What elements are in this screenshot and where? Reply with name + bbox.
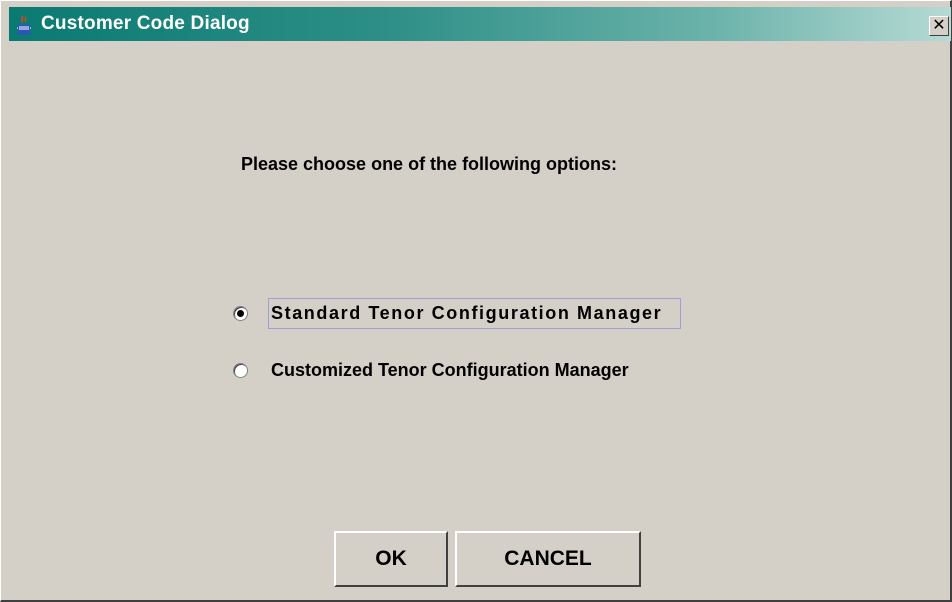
ok-button[interactable]: OK — [334, 531, 448, 587]
close-icon: ✕ — [932, 17, 946, 34]
customer-code-dialog: Customer Code Dialog ✕ Please choose one… — [0, 0, 952, 602]
java-cup-icon — [15, 15, 33, 35]
radio-customized[interactable] — [233, 362, 248, 378]
radio-standard[interactable] — [233, 305, 248, 321]
option-standard[interactable]: Standard Tenor Configuration Manager — [233, 297, 682, 329]
window-title: Customer Code Dialog — [41, 13, 250, 34]
close-button[interactable]: ✕ — [929, 16, 949, 36]
option-customized-label[interactable]: Customized Tenor Configuration Manager — [268, 355, 648, 386]
title-bar[interactable]: Customer Code Dialog ✕ — [9, 7, 951, 41]
option-customized[interactable]: Customized Tenor Configuration Manager — [233, 355, 648, 385]
option-standard-label[interactable]: Standard Tenor Configuration Manager — [268, 297, 682, 329]
cancel-button[interactable]: CANCEL — [455, 531, 641, 587]
prompt-text: Please choose one of the following optio… — [241, 154, 618, 174]
